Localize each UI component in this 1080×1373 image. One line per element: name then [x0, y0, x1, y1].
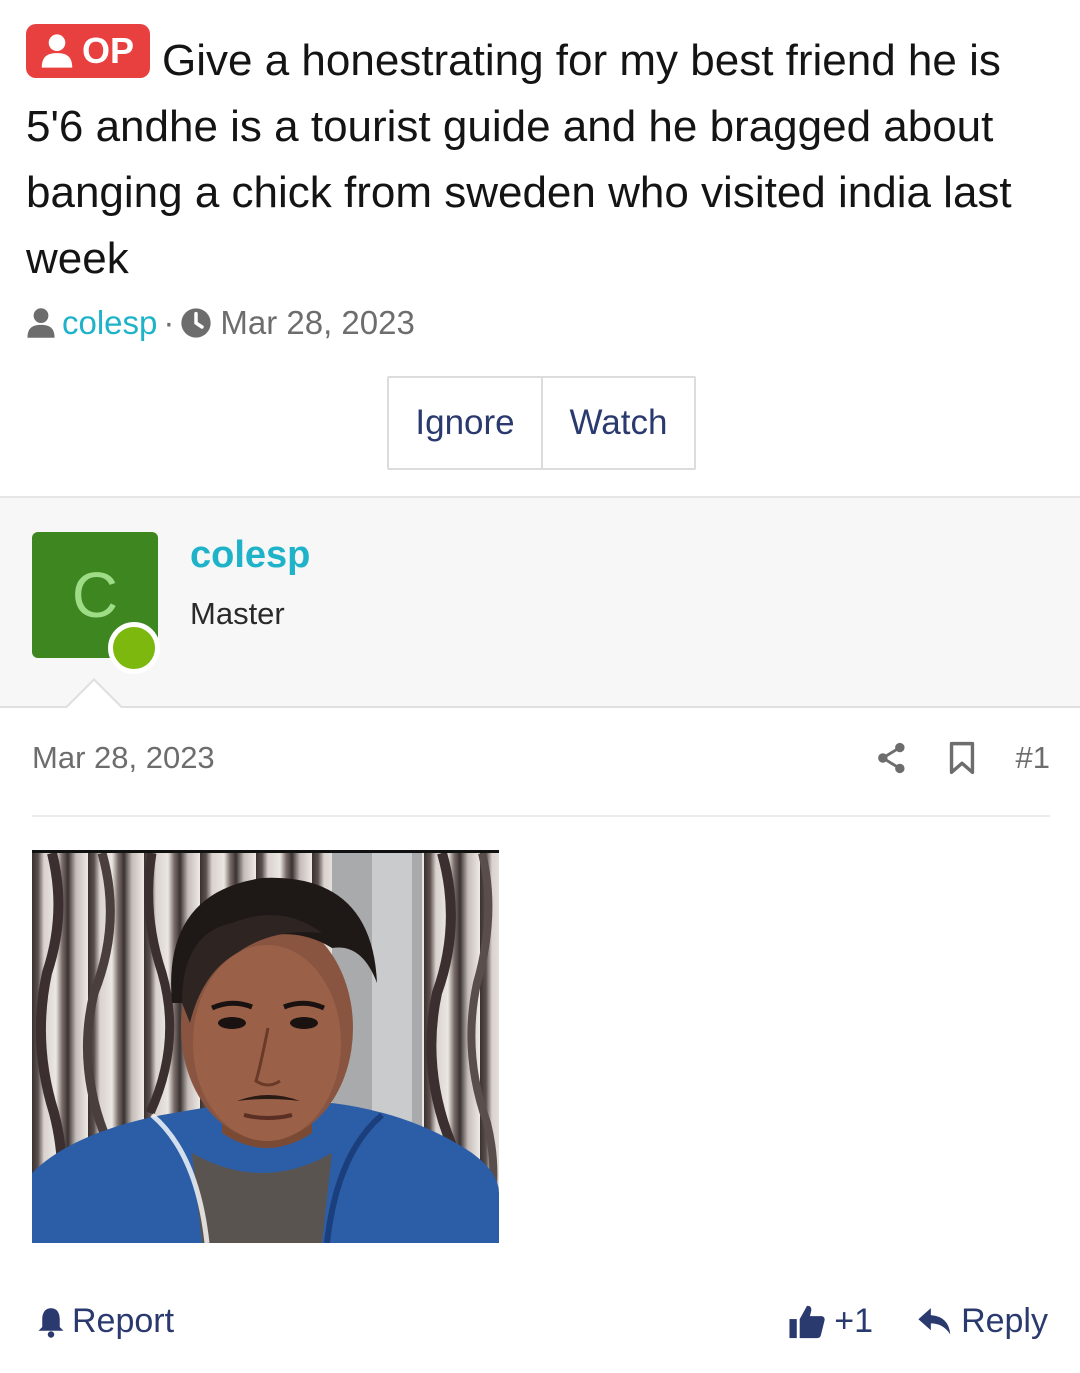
post-date[interactable]: Mar 28, 2023 — [32, 740, 215, 776]
report-button[interactable]: Report — [36, 1302, 174, 1341]
user-title: Master — [190, 596, 285, 631]
photo-of-person-icon — [32, 853, 499, 1243]
clock-icon — [181, 308, 212, 338]
ignore-button[interactable]: Ignore — [389, 378, 543, 468]
page: OP Give a honestrating for my best frien… — [0, 0, 1080, 1373]
like-count: +1 — [834, 1302, 874, 1340]
post-divider — [32, 815, 1050, 817]
watch-button[interactable]: Watch — [543, 378, 694, 468]
post-user-block: C — [0, 496, 1080, 708]
bell-icon — [38, 1307, 64, 1338]
reply-icon — [918, 1307, 951, 1334]
post-number-link[interactable]: #1 — [1016, 740, 1050, 776]
thread-title: OP Give a honestrating for my best frien… — [26, 24, 1056, 292]
reply-label: Reply — [961, 1302, 1048, 1340]
online-status-indicator — [108, 622, 160, 674]
thread-header: OP Give a honestrating for my best frien… — [26, 24, 1056, 292]
avatar-letter: C — [71, 559, 119, 631]
thread-action-buttons: Ignore Watch — [387, 376, 696, 470]
bookmark-icon[interactable] — [948, 741, 976, 775]
thumbs-up-icon — [789, 1305, 825, 1338]
meta-separator: · — [163, 304, 175, 341]
user-icon — [27, 308, 55, 338]
user-block-caret-fill — [66, 681, 122, 709]
post-actions: #1 — [876, 740, 1050, 776]
thread-author-link[interactable]: colesp — [62, 304, 157, 342]
share-icon[interactable] — [876, 741, 908, 775]
report-label: Report — [72, 1302, 175, 1340]
user-icon — [41, 34, 73, 68]
op-badge-label: OP — [82, 30, 135, 71]
thread-date[interactable]: Mar 28, 2023 — [220, 304, 414, 342]
thread-title-text: Give a honestrating for my best friend h… — [26, 36, 1012, 283]
thread-meta: colesp · Mar 28, 2023 — [26, 304, 415, 342]
like-button[interactable]: +1 — [788, 1302, 873, 1341]
post-username-link[interactable]: colesp — [190, 534, 310, 577]
post-footer-actions: +1 Reply — [788, 1302, 1048, 1341]
op-badge: OP — [26, 24, 151, 78]
reply-button[interactable]: Reply — [917, 1302, 1048, 1341]
post-image[interactable] — [32, 850, 499, 1243]
